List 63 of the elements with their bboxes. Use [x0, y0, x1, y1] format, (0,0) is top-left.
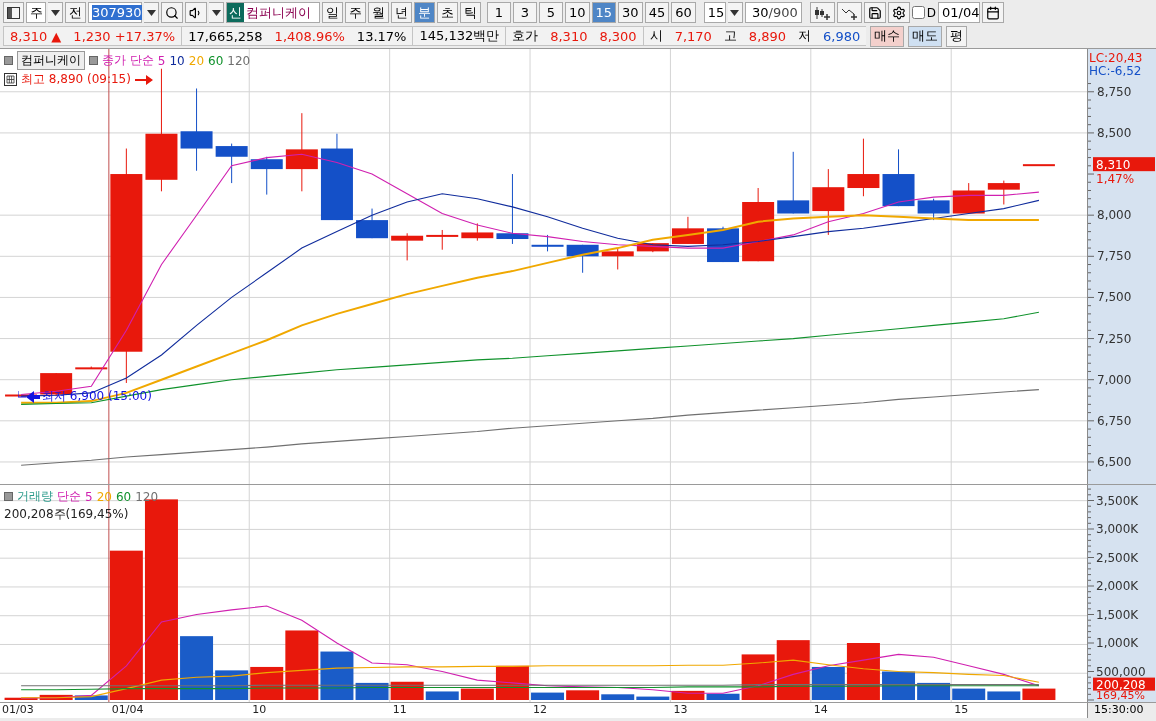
time-axis-label: 15: [954, 703, 969, 716]
high-price-marker: 최고 8,890 (09:15): [21, 71, 131, 88]
quote-value: 호가: [512, 27, 539, 45]
axis-label: 7,750: [1097, 249, 1132, 264]
legend-period: 120: [135, 489, 159, 504]
axis-label: 8,500: [1097, 125, 1132, 140]
credit-badge: 신: [227, 3, 244, 22]
quote-value: 7,170: [674, 28, 712, 44]
legend-period: 60: [208, 53, 224, 68]
quote-value: 6,980: [823, 28, 861, 44]
quote-value: 저: [798, 27, 812, 45]
quote-value: 13.17%: [356, 28, 407, 44]
stock-name: 컴퍼니케이: [246, 3, 311, 22]
axis-label: 2,000K: [1096, 579, 1139, 593]
end-time-label: 15:30:00: [1087, 703, 1156, 718]
legend-title: 거래량: [17, 488, 53, 505]
volume-summary: 200,208주(169,45%): [4, 506, 129, 523]
quote-value: 8,310: [550, 28, 588, 44]
quote-value: 145,132백만: [419, 27, 500, 45]
axis-label: 8,750: [1097, 84, 1132, 99]
quote-value: 17,665,258: [188, 28, 263, 44]
legend-period: 20: [188, 53, 205, 68]
legend-period: 5: [157, 53, 166, 68]
hc-value: HC:-6,52: [1089, 64, 1142, 78]
axis-label: 7,500: [1097, 290, 1132, 305]
time-axis-label: 01/04: [111, 703, 144, 716]
time-axis-label: 12: [533, 703, 548, 716]
change-percent: 1,47%: [1096, 172, 1135, 187]
last-volume-badge: 200,208: [1093, 677, 1155, 692]
axis-label: 6,500: [1097, 454, 1132, 469]
axis-label: 2,500K: [1096, 550, 1139, 565]
axis-label: 1,500K: [1096, 607, 1139, 622]
last-price-badge: 8,310: [1093, 157, 1155, 173]
quote-value: 1,230 +17.37%: [73, 28, 176, 44]
axis-label: 7,000: [1097, 372, 1132, 387]
legend-period: 5: [85, 489, 93, 504]
time-axis-label: 13: [673, 703, 688, 716]
time-axis-label: 11: [392, 703, 407, 716]
axis-label: 8,000: [1097, 208, 1132, 223]
legend-period: 10: [169, 53, 185, 68]
axis-label: 3,000K: [1096, 522, 1139, 536]
quote-value: 8,310 ▲: [10, 28, 62, 44]
volume-ratio: 169,45%: [1096, 689, 1145, 702]
legend-label: 단순: [57, 488, 81, 505]
quote-value: 고: [723, 27, 737, 45]
time-axis-label: 01/03: [2, 703, 34, 716]
legend-label: 종가 단순: [102, 52, 154, 69]
quote-value: 1,408.96%: [274, 28, 345, 44]
quote-value: 8,890: [748, 28, 787, 44]
d-checkbox-label: D: [926, 5, 936, 20]
axis-label: 7,250: [1097, 331, 1132, 346]
quote-value: 시: [649, 27, 663, 45]
time-axis-label: 14: [813, 703, 828, 716]
legend-period: 60: [115, 489, 132, 504]
legend-period: 120: [227, 53, 251, 68]
legend-period: 20: [96, 489, 112, 504]
axis-label: 6,750: [1097, 413, 1132, 428]
quote-value: 8,300: [599, 28, 637, 44]
time-axis-label: 10: [252, 703, 267, 716]
axis-label: 3,500K: [1096, 493, 1139, 508]
lc-value: LC:20,43: [1089, 51, 1143, 65]
axis-label: 1,000K: [1096, 636, 1139, 650]
axis-label: 500,000: [1096, 664, 1146, 679]
